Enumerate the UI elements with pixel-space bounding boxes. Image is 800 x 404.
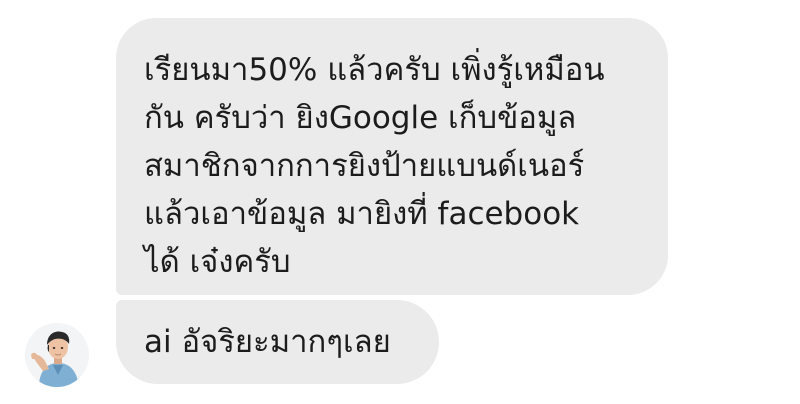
message-text-line: แล้วเอาข้อมูล มายิงที่ facebook	[144, 196, 580, 232]
message-bubble[interactable]: ai อัจริยะมากๆเลย	[116, 300, 439, 384]
message-text-line: เรียนมา50% แล้วครับ เพิ่งรู้เหมือน	[144, 52, 605, 88]
message-text-line: ai อัจริยะมากๆเลย	[144, 324, 391, 360]
user-avatar-icon	[25, 323, 89, 387]
message-text-line: กัน ครับว่า ยิงGoogle เก็บข้อมูล	[144, 100, 577, 136]
message-bubble[interactable]: เรียนมา50% แล้วครับ เพิ่งรู้เหมือน กัน ค…	[116, 18, 668, 295]
message-text-line: ได้ เจ๋งครับ	[144, 244, 291, 280]
message-text-line: สมาชิกจากการยิงป้ายแบนด์เนอร์	[144, 148, 585, 184]
message-thread: เรียนมา50% แล้วครับ เพิ่งรู้เหมือน กัน ค…	[0, 0, 800, 404]
sender-avatar[interactable]	[25, 323, 89, 387]
